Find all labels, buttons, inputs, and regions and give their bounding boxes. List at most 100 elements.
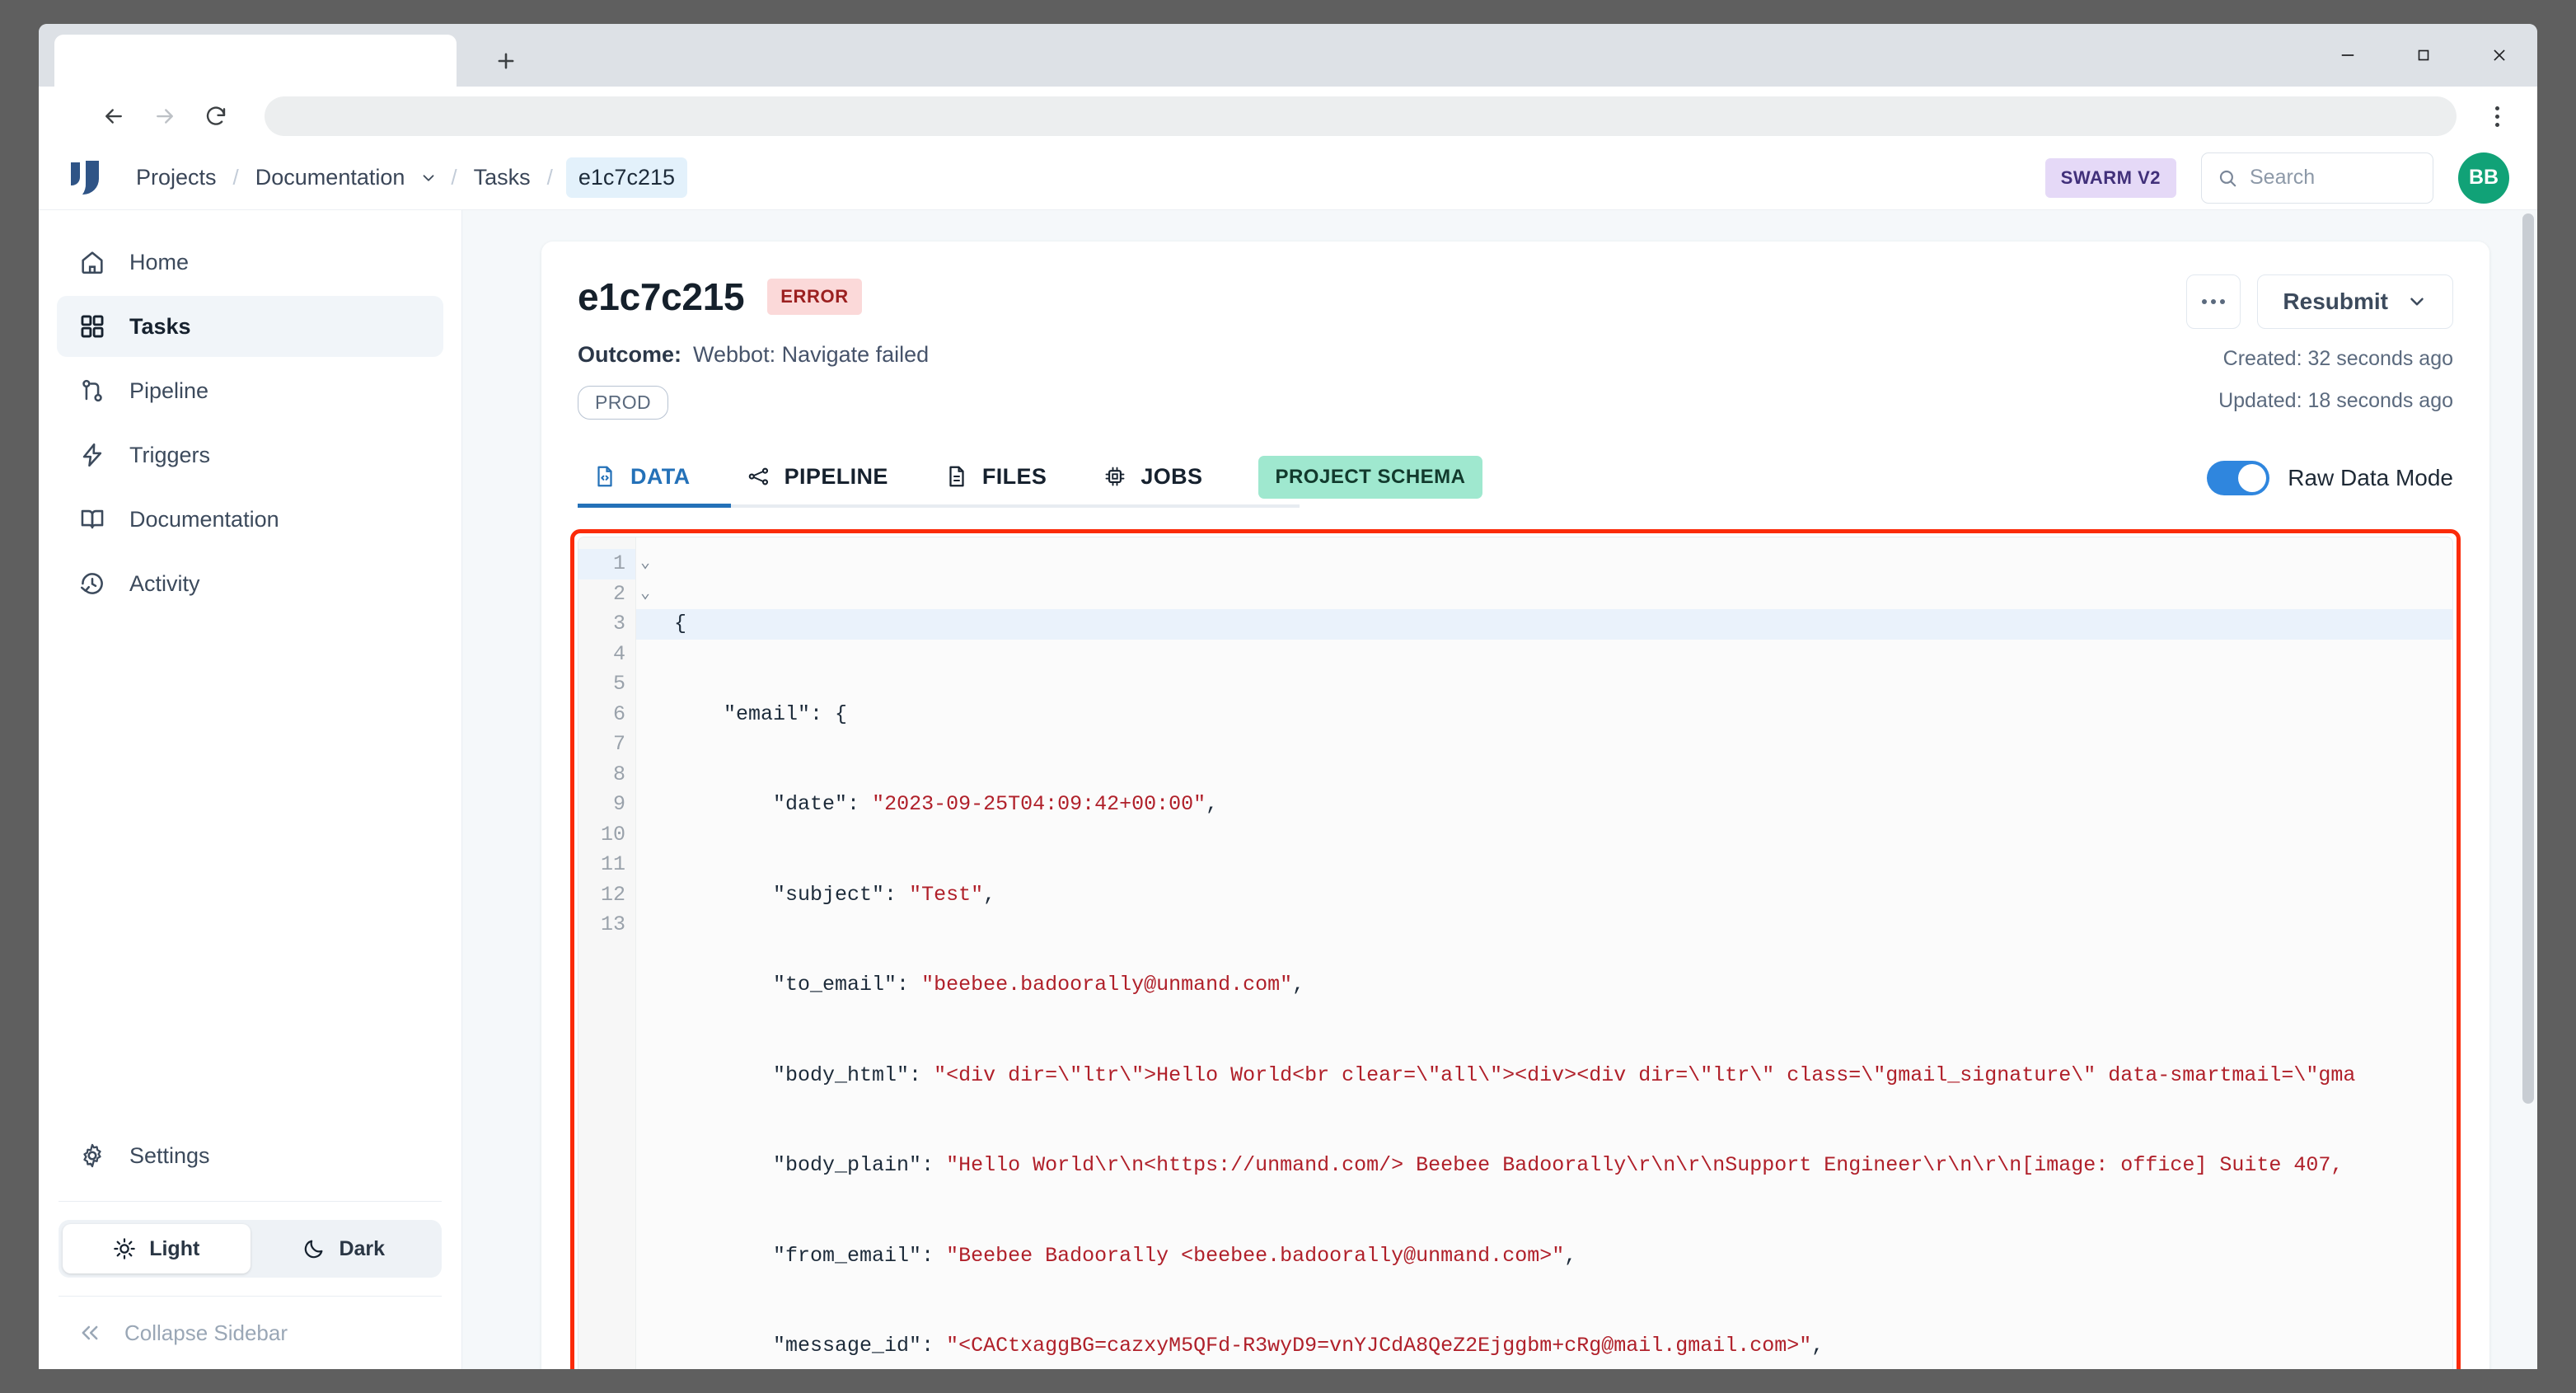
breadcrumb-item-current-task[interactable]: e1c7c215	[566, 157, 687, 198]
code-line: "body_html": "<div dir=\"ltr\">Hello Wor…	[674, 1061, 2452, 1091]
resubmit-label: Resubmit	[2283, 288, 2388, 315]
browser-menu-button[interactable]	[2475, 94, 2519, 138]
new-tab-button[interactable]	[484, 40, 528, 82]
task-header: e1c7c215 ERROR Outcome: Webbot: Navigate…	[578, 274, 2453, 420]
task-header-left: e1c7c215 ERROR Outcome: Webbot: Navigate…	[578, 274, 929, 420]
breadcrumb-item-tasks[interactable]: Tasks	[471, 160, 534, 195]
sidebar-divider	[59, 1201, 442, 1202]
unmand-logo[interactable]	[39, 159, 133, 197]
json-editor[interactable]: 1⌄ 2⌄ 3 4 5 6 7 8 9	[578, 537, 2453, 1369]
breadcrumb-item-documentation[interactable]: Documentation	[252, 160, 409, 195]
code-line: "subject": "Test",	[674, 880, 2452, 911]
reload-button[interactable]	[190, 91, 241, 142]
home-icon	[78, 248, 106, 276]
history-icon	[78, 570, 106, 598]
raw-data-mode-control: Raw Data Mode	[2207, 461, 2453, 495]
project-schema-badge[interactable]: PROJECT SCHEMA	[1258, 456, 1482, 499]
line-number: 12	[578, 880, 635, 911]
page-viewport: Projects / Documentation / Tasks / e1c7c…	[39, 146, 2537, 1369]
task-outcome: Outcome: Webbot: Navigate failed	[578, 342, 929, 368]
json-editor-wrapper: 1⌄ 2⌄ 3 4 5 6 7 8 9	[578, 537, 2453, 1369]
scrollbar-thumb[interactable]	[2522, 213, 2534, 1104]
tab-label: DATA	[630, 464, 691, 490]
header-actions: SWARM V2 Search BB	[2045, 152, 2509, 204]
sidebar-item-settings[interactable]: Settings	[57, 1125, 443, 1186]
outcome-value: Webbot: Navigate failed	[693, 342, 929, 368]
tab-list: DATA PIPELINE FILES	[578, 464, 1230, 508]
sidebar-item-documentation[interactable]: Documentation	[57, 489, 443, 550]
plus-icon	[494, 49, 518, 73]
theme-option-dark[interactable]: Dark	[251, 1224, 438, 1273]
outcome-label: Outcome:	[578, 342, 681, 368]
back-arrow-icon	[101, 104, 126, 129]
breadcrumb-item-projects[interactable]: Projects	[133, 160, 220, 195]
search-icon	[2217, 167, 2238, 189]
chip-icon	[1103, 464, 1127, 489]
maximize-button[interactable]	[2386, 24, 2461, 87]
minimize-icon	[2339, 46, 2357, 64]
tab-files[interactable]: FILES	[916, 464, 1075, 508]
editor-code[interactable]: { "email": { "date": "2023-09-25T04:09:4…	[636, 537, 2452, 1369]
maximize-icon	[2414, 46, 2433, 64]
desktop-background: Projects / Documentation / Tasks / e1c7c…	[0, 0, 2576, 1393]
kebab-menu-icon	[2495, 106, 2499, 110]
collapse-sidebar-button[interactable]: Collapse Sidebar	[39, 1297, 461, 1369]
app-header: Projects / Documentation / Tasks / e1c7c…	[39, 146, 2537, 210]
status-badge: ERROR	[767, 279, 861, 315]
page-scrollbar[interactable]	[2519, 210, 2537, 1369]
tab-pipeline[interactable]: PIPELINE	[719, 464, 916, 508]
gear-icon	[78, 1142, 106, 1170]
chevron-down-icon	[419, 169, 438, 187]
line-number: 1⌄	[578, 549, 635, 579]
raw-data-mode-toggle[interactable]	[2207, 461, 2269, 495]
tab-label: PIPELINE	[785, 464, 888, 490]
forward-arrow-icon	[152, 104, 177, 129]
file-icon	[944, 464, 969, 489]
main-content: e1c7c215 ERROR Outcome: Webbot: Navigate…	[462, 210, 2537, 1369]
chevrons-left-icon	[78, 1321, 101, 1344]
updated-timestamp: Updated: 18 seconds ago	[2186, 389, 2453, 413]
line-number: 11	[578, 850, 635, 880]
swarm-version-badge[interactable]: SWARM V2	[2045, 158, 2176, 198]
browser-tab[interactable]	[54, 35, 457, 87]
sidebar-item-label: Tasks	[129, 314, 191, 340]
search-input[interactable]: Search	[2201, 152, 2433, 204]
back-button[interactable]	[88, 91, 139, 142]
sidebar-item-label: Settings	[129, 1143, 210, 1169]
forward-button[interactable]	[139, 91, 190, 142]
sidebar-item-activity[interactable]: Activity	[57, 553, 443, 614]
minimize-button[interactable]	[2310, 24, 2386, 87]
code-line: {	[636, 609, 2452, 640]
tab-data[interactable]: DATA	[578, 464, 719, 508]
browser-tab-strip	[39, 24, 2537, 87]
sidebar-item-home[interactable]: Home	[57, 232, 443, 293]
line-number: 3	[578, 609, 635, 640]
lightning-icon	[78, 441, 106, 469]
nodes-icon	[747, 464, 771, 489]
breadcrumb-dropdown-button[interactable]	[419, 169, 438, 187]
tab-underline-active	[578, 504, 731, 508]
resubmit-button[interactable]: Resubmit	[2257, 274, 2453, 329]
more-options-button[interactable]	[2186, 274, 2241, 329]
sidebar: Home Tasks Pipeline	[39, 210, 462, 1369]
sidebar-item-pipeline[interactable]: Pipeline	[57, 360, 443, 421]
theme-option-light[interactable]: Light	[63, 1224, 251, 1273]
editor-scroll-area: 1⌄ 2⌄ 3 4 5 6 7 8 9	[578, 537, 2452, 1369]
moon-icon	[302, 1237, 326, 1260]
raw-data-mode-label: Raw Data Mode	[2288, 465, 2453, 491]
sidebar-item-label: Triggers	[129, 443, 210, 468]
sidebar-item-triggers[interactable]: Triggers	[57, 424, 443, 485]
breadcrumb: Projects / Documentation / Tasks / e1c7c…	[133, 157, 687, 198]
search-placeholder: Search	[2250, 166, 2315, 190]
theme-option-label: Light	[149, 1237, 199, 1261]
chevron-down-icon	[2406, 291, 2428, 312]
avatar[interactable]: BB	[2458, 152, 2509, 204]
address-bar[interactable]	[265, 96, 2457, 136]
created-timestamp: Created: 32 seconds ago	[2186, 347, 2453, 371]
window-controls	[2310, 24, 2537, 87]
app-body: Home Tasks Pipeline	[39, 210, 2537, 1369]
close-button[interactable]	[2461, 24, 2537, 87]
sidebar-item-tasks[interactable]: Tasks	[57, 296, 443, 357]
editor-gutter: 1⌄ 2⌄ 3 4 5 6 7 8 9	[578, 537, 636, 1369]
tab-jobs[interactable]: JOBS	[1075, 464, 1230, 508]
